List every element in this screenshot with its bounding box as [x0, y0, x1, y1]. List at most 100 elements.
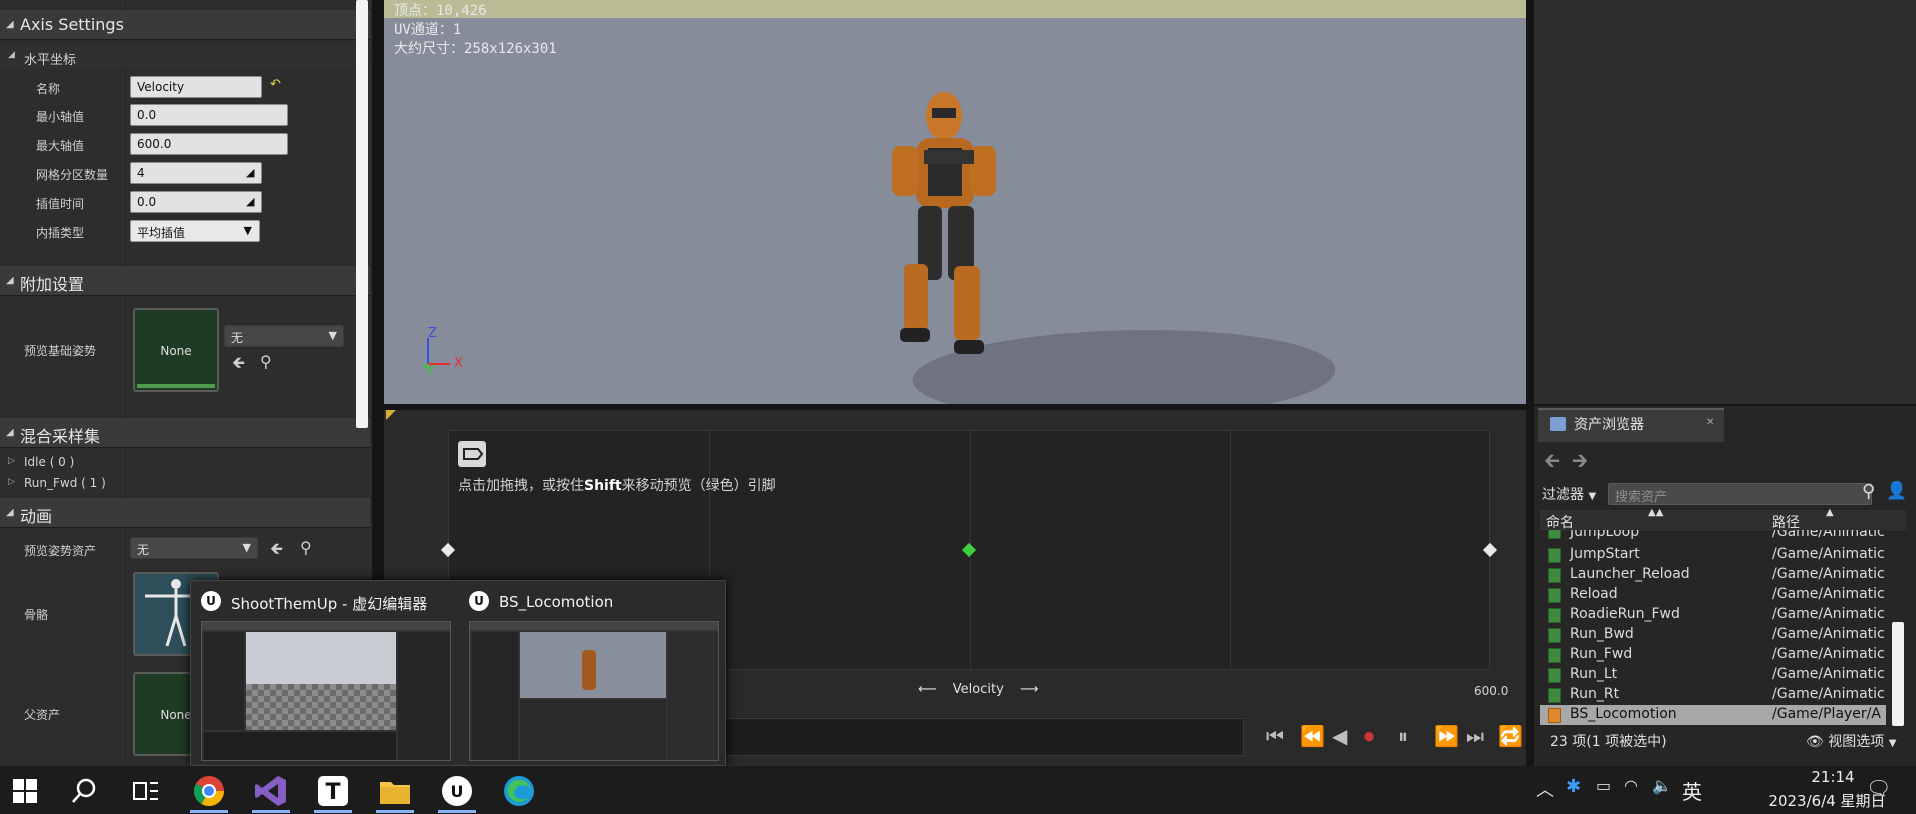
preview-pose-asset-dropdown[interactable]: 无 ▼: [130, 537, 258, 559]
asset-row[interactable]: RoadieRun_Fwd/Game/Animatic: [1540, 605, 1886, 625]
timeline-track[interactable]: [720, 718, 1244, 756]
interp-time-field[interactable]: 0.0 ◢: [130, 191, 262, 213]
step-back-icon[interactable]: ⏪: [1300, 724, 1325, 748]
asset-list-scrollbar[interactable]: [1892, 622, 1904, 726]
svg-text:U: U: [451, 782, 464, 801]
interp-type-dropdown[interactable]: 平均插值 ▼: [130, 220, 260, 242]
collapse-triangle-icon: ◢: [6, 19, 14, 30]
additional-settings-header[interactable]: ◢ 附加设置: [0, 266, 370, 296]
asset-row[interactable]: Run_Bwd/Game/Animatic: [1540, 625, 1886, 645]
asset-name: JumpLoop: [1570, 530, 1640, 540]
collapse-triangle-icon: ◢: [6, 507, 14, 518]
anim-sequence-icon: [1548, 608, 1561, 623]
typora-icon[interactable]: T: [316, 774, 350, 808]
axis-y-label: Y: [426, 364, 434, 379]
window-title-bs-locomotion[interactable]: BS_Locomotion: [499, 593, 613, 611]
filter-button[interactable]: 过滤器 ▼: [1542, 484, 1596, 504]
blendspace-hint: 点击加拖拽，或按住Shift来移动预览（绿色）引脚: [458, 475, 776, 495]
asset-row[interactable]: Run_Fwd/Game/Animatic: [1540, 645, 1886, 665]
pause-icon[interactable]: ⏸: [1398, 724, 1408, 748]
name-field[interactable]: Velocity: [130, 76, 262, 98]
blend-samples-header[interactable]: ◢ 混合采样集: [0, 418, 370, 448]
search-icon[interactable]: [70, 776, 100, 806]
visual-studio-icon[interactable]: [254, 774, 288, 808]
bluetooth-icon[interactable]: ✱: [1566, 776, 1581, 797]
spin-drag-icon[interactable]: ◢: [246, 167, 258, 179]
running-indicator: [314, 810, 352, 813]
file-explorer-icon[interactable]: [378, 774, 412, 808]
browse-magnifier-icon[interactable]: ⚲: [260, 352, 272, 371]
asset-row[interactable]: Reload/Game/Animatic: [1540, 585, 1886, 605]
preview-base-pose-thumbnail[interactable]: None: [133, 308, 219, 392]
asset-row[interactable]: JumpStart/Game/Animatic: [1540, 545, 1886, 565]
asset-row-selected[interactable]: BS_Locomotion/Game/Player/A: [1540, 705, 1886, 725]
step-forward-icon[interactable]: ⏩: [1434, 724, 1459, 748]
character-model[interactable]: [874, 88, 1014, 368]
thumb-character: [582, 650, 596, 690]
unreal-engine-icon[interactable]: U: [440, 774, 474, 808]
horizontal-axis-header[interactable]: ◢ 水平坐标: [0, 46, 370, 68]
filter-label: 过滤器: [1542, 487, 1584, 503]
min-axis-field[interactable]: 0.0: [130, 104, 288, 126]
chevron-down-icon: ▼: [242, 541, 251, 554]
window-thumbnail-bs-locomotion[interactable]: [469, 621, 719, 761]
thumbnail-label: None: [160, 344, 192, 358]
search-icon[interactable]: ⚲: [1862, 481, 1875, 502]
additional-settings-title: 附加设置: [20, 275, 85, 294]
preview-viewport[interactable]: 顶点：10,426 UV通道：1 大约尺寸：258x126x301 Z X Y: [384, 0, 1526, 404]
chrome-icon[interactable]: [192, 774, 226, 808]
asset-row[interactable]: Run_Lt/Game/Animatic: [1540, 665, 1886, 685]
edge-icon[interactable]: [502, 774, 536, 808]
right-empty-panel: [1534, 0, 1916, 404]
forward-arrow-icon[interactable]: 🡲: [1572, 446, 1588, 480]
play-reverse-icon[interactable]: ◀: [1332, 724, 1347, 748]
column-name[interactable]: 命名: [1546, 512, 1574, 532]
loop-icon[interactable]: 🔁: [1498, 724, 1523, 748]
grid-divisions-field[interactable]: 4 ◢: [130, 162, 262, 184]
details-scrollbar[interactable]: [356, 0, 368, 428]
asset-row[interactable]: Run_Rt/Game/Animatic: [1540, 685, 1886, 705]
blend-sample-run-fwd[interactable]: ▷ Run_Fwd ( 1 ): [8, 476, 106, 490]
asset-row[interactable]: JumpLoop/Game/Animatic: [1540, 530, 1886, 544]
tag-label-icon[interactable]: [458, 441, 486, 467]
thumb-content-browser: [204, 732, 396, 760]
axis-settings-header[interactable]: ◢ Axis Settings: [0, 10, 370, 40]
ime-indicator[interactable]: 英: [1682, 776, 1702, 805]
use-selected-arrow-icon[interactable]: 🡸: [270, 538, 283, 565]
max-axis-field[interactable]: 600.0: [130, 133, 288, 155]
asset-path: /Game/Animatic: [1772, 626, 1884, 642]
browse-magnifier-icon[interactable]: ⚲: [300, 538, 312, 557]
reset-to-default-icon[interactable]: ↶: [270, 77, 281, 92]
grid-line: [1230, 431, 1231, 671]
tray-expand-icon[interactable]: ︿: [1536, 776, 1554, 802]
view-options-button[interactable]: 👁 视图选项 ▼: [1806, 731, 1896, 751]
stat-uv-channels: UV通道：1: [394, 22, 462, 38]
user-icon[interactable]: 👤: [1886, 481, 1907, 501]
skip-to-end-icon[interactable]: ⏭: [1466, 724, 1484, 748]
stat-vertices: 顶点：10,426: [394, 3, 487, 19]
animation-header[interactable]: ◢ 动画: [0, 498, 370, 528]
chevron-down-icon: ▼: [328, 329, 337, 342]
preview-base-pose-dropdown[interactable]: 无 ▼: [224, 325, 344, 347]
blend-sample-idle[interactable]: ▷ Idle ( 0 ): [8, 455, 74, 469]
window-title-shootthemup[interactable]: ShootThemUp - 虚幻编辑器: [231, 593, 427, 614]
wifi-icon[interactable]: ◠: [1624, 776, 1638, 795]
notification-icon[interactable]: 🗨: [1866, 776, 1891, 800]
asset-search-input[interactable]: 搜索资产: [1608, 483, 1872, 505]
back-arrow-icon[interactable]: 🡰: [1544, 446, 1560, 480]
skip-to-start-icon[interactable]: ⏮: [1266, 724, 1284, 748]
battery-icon[interactable]: ▭: [1596, 776, 1611, 795]
asset-row[interactable]: Launcher_Reload/Game/Animatic: [1540, 565, 1886, 585]
asset-path: /Game/Animatic: [1772, 646, 1884, 662]
thumb-blendspace: [520, 700, 666, 760]
column-path[interactable]: 路径: [1772, 512, 1800, 532]
anim-sequence-icon: [1548, 648, 1561, 663]
volume-icon[interactable]: 🔈: [1652, 776, 1672, 795]
task-view-icon[interactable]: [132, 778, 160, 804]
spin-drag-icon[interactable]: ◢: [246, 196, 258, 208]
record-icon[interactable]: ⏺: [1364, 724, 1374, 748]
close-icon[interactable]: ✕: [1706, 417, 1714, 428]
window-thumbnail-shootthemup[interactable]: [201, 621, 451, 761]
windows-start-icon[interactable]: [12, 778, 38, 804]
use-selected-arrow-icon[interactable]: 🡸: [232, 352, 245, 379]
